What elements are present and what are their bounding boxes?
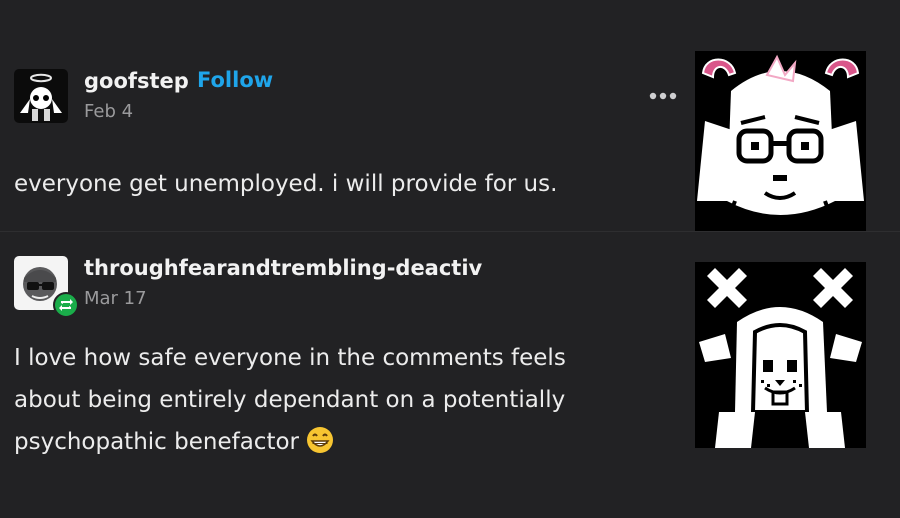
post-text: everyone get unemployed. i will provide … (14, 171, 558, 197)
post-text-line: about being entirely dependant on a pote… (14, 387, 566, 413)
post-text-line: I love how safe everyone in the comments… (14, 345, 566, 371)
angel-character-icon (14, 69, 68, 123)
goofstep-avatar[interactable] (14, 69, 68, 123)
post-date[interactable]: Mar 17 (84, 288, 147, 309)
username[interactable]: throughfearandtrembling-deactiv (84, 256, 482, 280)
post-date[interactable]: Feb 4 (84, 101, 133, 122)
post-goofstep: goofstep Follow Feb 4 everyone get unemp… (0, 0, 900, 232)
grinning-face-emoji (306, 426, 334, 468)
username[interactable]: goofstep (84, 69, 189, 93)
post-text-line: psychopathic benefactor (14, 421, 566, 468)
reblog-icon (53, 292, 79, 318)
post-text-segment: psychopathic benefactor (14, 429, 299, 455)
post-text: I love how safe everyone in the comments… (14, 337, 566, 468)
follow-button[interactable]: Follow (197, 68, 273, 92)
deer-character-pixel-art (695, 262, 866, 448)
goat-character-pixel-art (695, 51, 866, 231)
more-options-icon[interactable] (647, 87, 679, 105)
